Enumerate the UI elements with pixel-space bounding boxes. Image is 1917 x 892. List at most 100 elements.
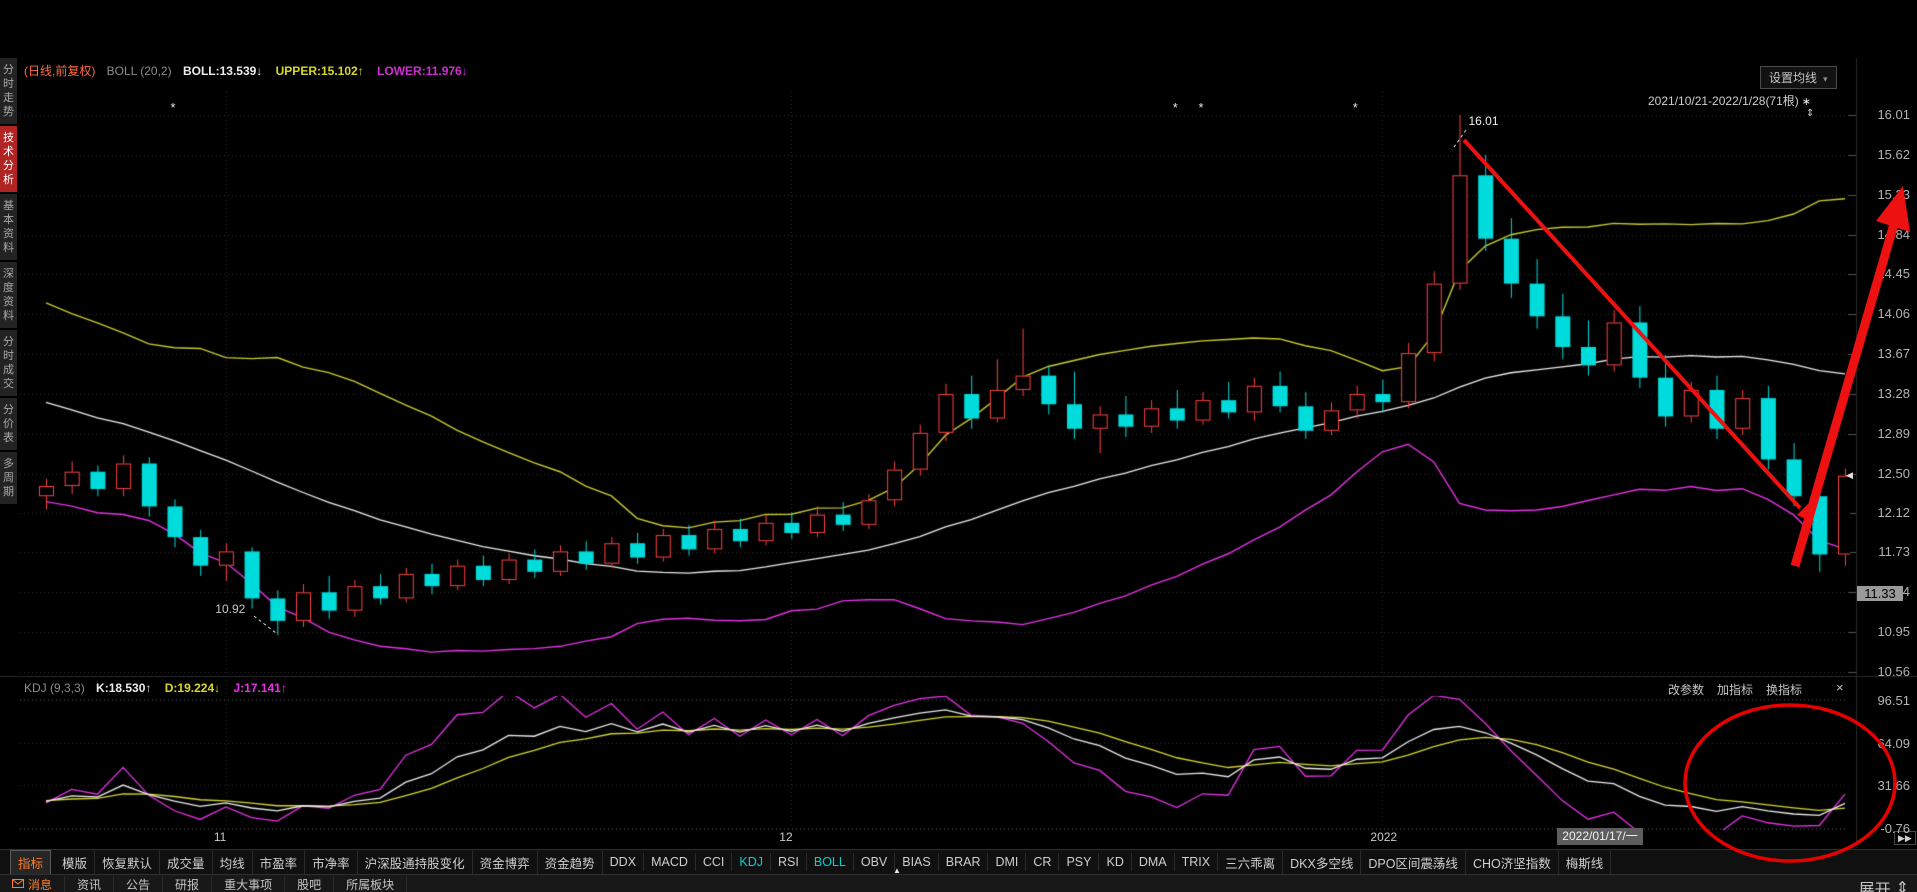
close-icon[interactable]: × bbox=[1836, 680, 1844, 695]
tab-BIAS[interactable]: BIAS bbox=[895, 853, 939, 871]
tab-scroll-triangle-icon: ▲ bbox=[893, 866, 901, 875]
stock-terminal-window: F9资讯研报公告龙虎榜单财务分析融资融券资金流向大宗交易风险评估高管持股分红研究… bbox=[0, 0, 1917, 892]
tab-BOLL[interactable]: BOLL bbox=[807, 853, 854, 871]
indicator-label[interactable]: BOLL (20,2) bbox=[107, 64, 172, 78]
tab-成交量[interactable]: 成交量 bbox=[160, 851, 213, 874]
tab-KD[interactable]: KD bbox=[1099, 853, 1131, 871]
price-axis-label: 16.01 bbox=[1858, 107, 1910, 122]
sidebar-item-分价表[interactable]: 分 价 表 bbox=[0, 398, 17, 450]
x-axis-label-12: 12 bbox=[779, 830, 792, 844]
kdj-axis-label: 64.09 bbox=[1858, 736, 1910, 751]
tab-资金博弈[interactable]: 资金博弈 bbox=[473, 851, 538, 874]
tab-均线[interactable]: 均线 bbox=[213, 851, 253, 874]
sidebar-item-基本资料[interactable]: 基 本 资 料 bbox=[0, 194, 17, 260]
event-marker-icon: * bbox=[171, 100, 176, 115]
price-axis-label: 13.28 bbox=[1858, 386, 1910, 401]
tab-指标[interactable]: 指标 bbox=[10, 850, 51, 875]
tab-BRAR[interactable]: BRAR bbox=[939, 853, 989, 871]
crosshair-date-box: 2022/01/17/一 bbox=[1557, 828, 1643, 845]
x-axis-label-2022: 2022 bbox=[1370, 830, 1397, 844]
tab-CHO济坚指数[interactable]: CHO济坚指数 bbox=[1466, 851, 1559, 874]
pin-icon[interactable]: ∗ bbox=[1802, 96, 1811, 108]
bottom-expand[interactable]: 展开⇕ bbox=[1859, 876, 1909, 892]
bottom-item-研报[interactable]: 研报 bbox=[163, 876, 212, 892]
price-axis-label: 10.56 bbox=[1858, 664, 1910, 679]
price-axis-label: 10.95 bbox=[1858, 624, 1910, 639]
tab-RSI[interactable]: RSI bbox=[771, 853, 807, 871]
kdj-indicator-label[interactable]: KDJ (9,3,3) bbox=[24, 681, 85, 695]
tab-DDX[interactable]: DDX bbox=[603, 853, 644, 871]
boll-mid-value: BOLL:13.539↓ bbox=[183, 64, 262, 78]
boll-lower-value: LOWER:11.976↓ bbox=[377, 64, 468, 78]
bottom-item-消息[interactable]: 消息 bbox=[0, 876, 65, 892]
tab-OBV[interactable]: OBV bbox=[854, 853, 895, 871]
bottom-info-bar: 消息资讯公告研报重大事项股吧所属板块 bbox=[0, 874, 1917, 892]
kdj-axis-label: 96.51 bbox=[1858, 693, 1910, 708]
chevron-down-icon: ▾ bbox=[1823, 74, 1828, 84]
bottom-item-公告[interactable]: 公告 bbox=[114, 876, 163, 892]
tab-DPO区间震荡线[interactable]: DPO区间震荡线 bbox=[1361, 851, 1466, 874]
kdj-button-加指标[interactable]: 加指标 bbox=[1717, 681, 1753, 698]
kdj-buttons: 改参数加指标换指标 bbox=[1668, 681, 1802, 698]
boll-upper-value: UPPER:15.102↑ bbox=[276, 64, 364, 78]
chart-header: (日线,前复权) BOLL (20,2) BOLL:13.539↓ UPPER:… bbox=[24, 62, 468, 79]
tab-MACD[interactable]: MACD bbox=[644, 853, 696, 871]
bottom-item-所属板块[interactable]: 所属板块 bbox=[334, 876, 407, 892]
tab-DKX多空线[interactable]: DKX多空线 bbox=[1283, 851, 1361, 874]
bottom-item-股吧[interactable]: 股吧 bbox=[285, 876, 334, 892]
sidebar-item-技术分析[interactable]: 技 术 分 析 bbox=[0, 126, 17, 192]
sidebar-item-分时走势[interactable]: 分 时 走 势 bbox=[0, 58, 17, 124]
price-axis-label: 11.73 bbox=[1858, 544, 1910, 559]
mail-icon bbox=[12, 877, 24, 891]
kdj-k-value: K:18.530↑ bbox=[96, 681, 151, 695]
kdj-d-value: D:19.224↓ bbox=[165, 681, 220, 695]
tab-资金趋势[interactable]: 资金趋势 bbox=[538, 851, 603, 874]
series-label: (日线,前复权) bbox=[24, 64, 95, 78]
left-sidebar: 分 时 走 势技 术 分 析基 本 资 料深 度 资 料分 时 成 交分 价 表… bbox=[0, 58, 17, 504]
tab-沪深股通持股变化[interactable]: 沪深股通持股变化 bbox=[358, 851, 473, 874]
kdj-axis-label: -0.76 bbox=[1858, 821, 1910, 836]
price-axis-label: 13.67 bbox=[1858, 346, 1910, 361]
kdj-j-value: J:17.141↑ bbox=[233, 681, 286, 695]
tab-DMA[interactable]: DMA bbox=[1132, 853, 1175, 871]
tab-模版[interactable]: 模版 bbox=[55, 851, 95, 874]
drag-grip-icon[interactable]: ▪▪▪▪▪▪ bbox=[381, 866, 400, 872]
bottom-item-资讯[interactable]: 资讯 bbox=[65, 876, 114, 892]
tab-梅斯线[interactable]: 梅斯线 bbox=[1559, 851, 1612, 874]
indicator-tab-bar: 指标模版恢复默认成交量均线市盈率市净率沪深股通持股变化资金博弈资金趋势DDXMA… bbox=[0, 849, 1917, 874]
bottom-item-重大事项[interactable]: 重大事项 bbox=[212, 876, 285, 892]
x-axis-label-11: 11 bbox=[214, 830, 226, 844]
ma-settings-button[interactable]: 设置均线▾ bbox=[1760, 66, 1837, 89]
sidebar-item-多周期[interactable]: 多 周 期 bbox=[0, 452, 17, 504]
kdj-button-换指标[interactable]: 换指标 bbox=[1766, 681, 1802, 698]
tab-CCI[interactable]: CCI bbox=[696, 853, 733, 871]
tab-PSY[interactable]: PSY bbox=[1059, 853, 1099, 871]
sidebar-item-分时成交[interactable]: 分 时 成 交 bbox=[0, 330, 17, 396]
tab-KDJ[interactable]: KDJ bbox=[732, 853, 771, 871]
price-axis-label: 12.50 bbox=[1858, 466, 1910, 481]
kdj-axis-label: 31.66 bbox=[1858, 778, 1910, 793]
tab-市盈率[interactable]: 市盈率 bbox=[253, 851, 306, 874]
kdj-button-改参数[interactable]: 改参数 bbox=[1668, 681, 1704, 698]
tab-恢复默认[interactable]: 恢复默认 bbox=[95, 851, 160, 874]
tab-TRIX[interactable]: TRIX bbox=[1175, 853, 1218, 871]
visible-date-range: 2021/10/21-2022/1/28(71根)∗ bbox=[1648, 92, 1811, 109]
low-price-annotation: 10.92 bbox=[215, 602, 245, 616]
price-axis-label: 14.84 bbox=[1858, 227, 1910, 242]
candlestick-chart-canvas[interactable] bbox=[0, 0, 1917, 892]
resize-handle-icon[interactable]: ⇕ bbox=[1806, 108, 1814, 119]
tab-三六乖离[interactable]: 三六乖离 bbox=[1218, 851, 1283, 874]
price-axis-label: 12.89 bbox=[1858, 426, 1910, 441]
sidebar-item-深度资料[interactable]: 深 度 资 料 bbox=[0, 262, 17, 328]
price-axis-label: 15.23 bbox=[1858, 187, 1910, 202]
price-axis-label: 15.62 bbox=[1858, 147, 1910, 162]
price-axis-label: 14.06 bbox=[1858, 306, 1910, 321]
price-axis-label: 12.12 bbox=[1858, 505, 1910, 520]
price-axis-label: 14.45 bbox=[1858, 266, 1910, 281]
event-marker-icon: * bbox=[1199, 100, 1204, 115]
tab-DMI[interactable]: DMI bbox=[988, 853, 1026, 871]
event-marker-icon: * bbox=[1173, 100, 1178, 115]
tab-市净率[interactable]: 市净率 bbox=[305, 851, 358, 874]
drag-grip-icon[interactable]: ▪▪▪▪▪▪ bbox=[1426, 864, 1445, 870]
tab-CR[interactable]: CR bbox=[1026, 853, 1059, 871]
